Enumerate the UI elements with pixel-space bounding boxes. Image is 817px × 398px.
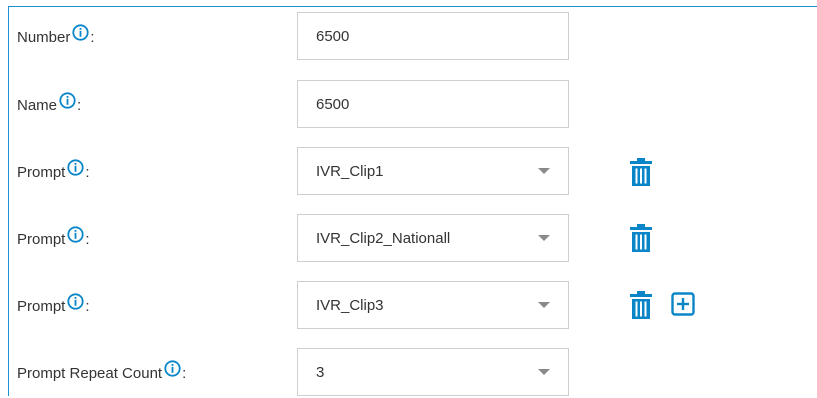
name-label-text: Name [17, 96, 58, 114]
chevron-down-icon[interactable] [538, 302, 550, 308]
number-row: Number : 6500 [0, 12, 817, 62]
prompt-label-text: Prompt [17, 297, 66, 315]
colon: : [85, 163, 90, 181]
colon: : [182, 364, 187, 382]
info-icon[interactable] [164, 359, 181, 377]
prompt-repeat-count-label: Prompt Repeat Count : [17, 348, 186, 398]
trash-icon[interactable] [629, 158, 653, 186]
chevron-down-icon[interactable] [538, 235, 550, 241]
prompt-row-3: Prompt : IVR_Clip3 [0, 281, 817, 331]
prompt-label: Prompt : [17, 147, 90, 197]
add-icon[interactable] [671, 292, 695, 316]
colon: : [85, 230, 90, 248]
chevron-down-icon[interactable] [538, 168, 550, 174]
prompt-repeat-count-value: 3 [316, 363, 325, 381]
colon: : [85, 297, 90, 315]
info-icon[interactable] [67, 225, 84, 243]
prompt-select-1[interactable]: IVR_Clip1 [297, 147, 569, 195]
number-value: 6500 [316, 27, 350, 45]
prompt-label: Prompt : [17, 214, 90, 264]
number-label: Number : [17, 12, 95, 62]
prompt-repeat-count-select[interactable]: 3 [297, 348, 569, 396]
prompt-repeat-count-row: Prompt Repeat Count : 3 [0, 348, 817, 398]
name-row: Name : 6500 [0, 80, 817, 130]
info-icon[interactable] [72, 23, 89, 41]
number-input[interactable]: 6500 [297, 12, 569, 60]
prompt-label-text: Prompt [17, 230, 66, 248]
chevron-down-icon[interactable] [538, 369, 550, 375]
colon: : [77, 96, 82, 114]
trash-icon[interactable] [629, 224, 653, 252]
prompt-row-1: Prompt : IVR_Clip1 [0, 147, 817, 197]
prompt-label: Prompt : [17, 281, 90, 331]
prompt-label-text: Prompt [17, 163, 66, 181]
name-label: Name : [17, 80, 81, 130]
colon: : [90, 28, 95, 46]
number-label-text: Number [17, 28, 71, 46]
info-icon[interactable] [67, 158, 84, 176]
info-icon[interactable] [59, 91, 76, 109]
prompt-value: IVR_Clip2_Nationall [316, 229, 451, 247]
prompt-repeat-count-label-text: Prompt Repeat Count [17, 364, 163, 382]
trash-icon[interactable] [629, 291, 653, 319]
name-input[interactable]: 6500 [297, 80, 569, 128]
name-value: 6500 [316, 95, 350, 113]
prompt-select-2[interactable]: IVR_Clip2_Nationall [297, 214, 569, 262]
prompt-value: IVR_Clip1 [316, 162, 384, 180]
prompt-value: IVR_Clip3 [316, 296, 384, 314]
info-icon[interactable] [67, 292, 84, 310]
prompt-select-3[interactable]: IVR_Clip3 [297, 281, 569, 329]
form-frame [8, 6, 817, 396]
prompt-row-2: Prompt : IVR_Clip2_Nationall [0, 214, 817, 264]
